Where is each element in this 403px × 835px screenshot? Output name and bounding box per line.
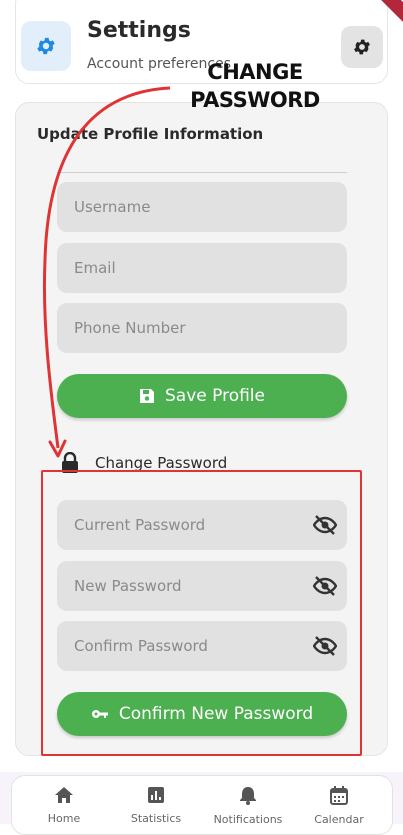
floppy-disk-icon [139,388,155,404]
gear-icon [354,39,370,55]
settings-icon-badge [21,21,71,71]
bar-chart-icon [148,787,164,803]
nav-label-calendar: Calendar [314,813,364,826]
phone-placeholder: Phone Number [74,319,186,337]
bell-icon [240,787,256,805]
email-placeholder: Email [74,259,116,277]
home-icon [55,787,73,803]
profile-section-title: Update Profile Information [37,125,264,143]
gear-icon [37,37,55,55]
save-profile-button[interactable]: Save Profile [57,374,347,418]
nav-item-calendar[interactable]: Calendar [294,786,384,826]
nav-item-statistics[interactable]: Statistics [111,786,201,825]
phone-field[interactable]: Phone Number [57,303,347,353]
nav-label-home: Home [47,812,81,825]
save-profile-label: Save Profile [165,386,265,406]
annotation-label-line1: CHANGE [207,60,303,84]
username-field[interactable]: Username [57,182,347,232]
nav-label-statistics: Statistics [130,812,182,825]
nav-item-notifications[interactable]: Notifications [203,786,293,826]
nav-item-home[interactable]: Home [19,786,109,825]
highlight-box [41,470,362,756]
divider [57,172,347,173]
page-title: Settings [87,18,191,43]
settings-button[interactable] [341,26,383,68]
email-field[interactable]: Email [57,243,347,293]
annotation-label-line2: PASSWORD [190,88,320,112]
username-placeholder: Username [74,198,151,216]
calendar-icon [330,786,348,805]
nav-label-notifications: Notifications [213,813,283,826]
annotation-label: CHANGE PASSWORD [190,58,320,114]
